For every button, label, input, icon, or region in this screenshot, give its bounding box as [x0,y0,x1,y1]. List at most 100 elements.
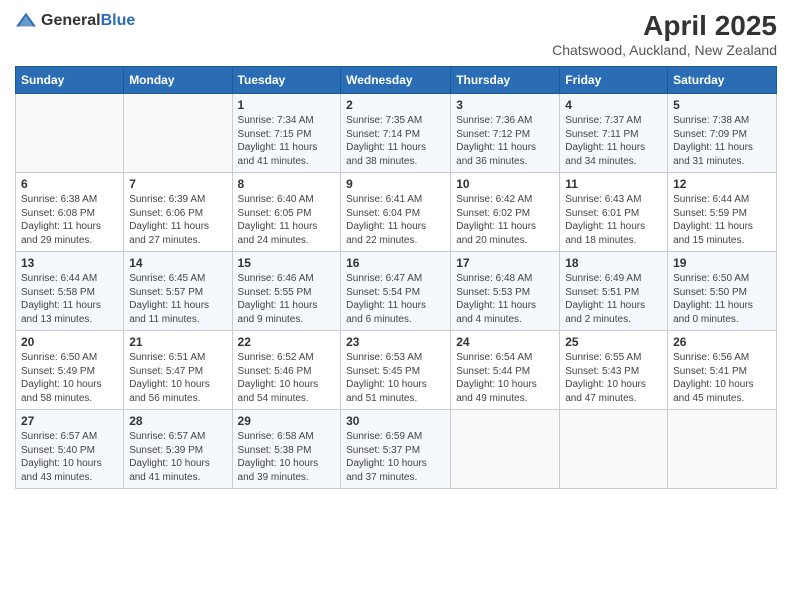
calendar-cell: 25 Sunrise: 6:55 AM Sunset: 5:43 PM Dayli… [560,331,668,410]
day-number: 9 [346,177,445,191]
day-number: 7 [129,177,226,191]
calendar-cell: 1 Sunrise: 7:34 AM Sunset: 7:15 PM Daylig… [232,94,341,173]
calendar-week-row: 20 Sunrise: 6:50 AM Sunset: 5:49 PM Dayli… [16,331,777,410]
day-info: Sunrise: 6:42 AM Sunset: 6:02 PM Dayligh… [456,193,554,247]
calendar-cell [560,410,668,489]
calendar-cell: 29 Sunrise: 6:58 AM Sunset: 5:38 PM Dayli… [232,410,341,489]
calendar-cell: 14 Sunrise: 6:45 AM Sunset: 5:57 PM Dayli… [124,252,232,331]
day-info: Sunrise: 6:52 AM Sunset: 5:46 PM Dayligh… [238,351,336,405]
weekday-header-sunday: Sunday [16,67,124,94]
calendar-week-row: 1 Sunrise: 7:34 AM Sunset: 7:15 PM Daylig… [16,94,777,173]
calendar-cell: 6 Sunrise: 6:38 AM Sunset: 6:08 PM Daylig… [16,173,124,252]
day-number: 1 [238,98,336,112]
day-number: 20 [21,335,118,349]
calendar-week-row: 6 Sunrise: 6:38 AM Sunset: 6:08 PM Daylig… [16,173,777,252]
day-number: 28 [129,414,226,428]
day-number: 18 [565,256,662,270]
calendar-cell: 8 Sunrise: 6:40 AM Sunset: 6:05 PM Daylig… [232,173,341,252]
calendar-cell: 21Sunrise: 6:51 AM Sunset: 5:47 PM Dayli… [124,331,232,410]
calendar-cell: 30Sunrise: 6:59 AM Sunset: 5:37 PM Dayli… [341,410,451,489]
day-info: Sunrise: 6:58 AM Sunset: 5:38 PM Dayligh… [238,430,336,484]
day-info: Sunrise: 6:46 AM Sunset: 5:55 PM Dayligh… [238,272,336,326]
calendar-cell: 12 Sunrise: 6:44 AM Sunset: 5:59 PM Dayli… [668,173,777,252]
day-number: 16 [346,256,445,270]
calendar-cell [16,94,124,173]
title-block: April 2025 Chatswood, Auckland, New Zeal… [552,10,777,58]
day-number: 26 [673,335,771,349]
calendar-week-row: 13 Sunrise: 6:44 AM Sunset: 5:58 PM Dayli… [16,252,777,331]
day-info: Sunrise: 6:50 AM Sunset: 5:50 PM Dayligh… [673,272,771,326]
day-info: Sunrise: 6:40 AM Sunset: 6:05 PM Dayligh… [238,193,336,247]
day-number: 23 [346,335,445,349]
page-subtitle: Chatswood, Auckland, New Zealand [552,42,777,58]
day-number: 8 [238,177,336,191]
page-title: April 2025 [552,10,777,42]
calendar-cell: 16 Sunrise: 6:47 AM Sunset: 5:54 PM Dayli… [341,252,451,331]
day-info: Sunrise: 7:35 AM Sunset: 7:14 PM Dayligh… [346,114,445,168]
day-number: 2 [346,98,445,112]
calendar-cell: 24Sunrise: 6:54 AM Sunset: 5:44 PM Dayli… [451,331,560,410]
day-info: Sunrise: 6:39 AM Sunset: 6:06 PM Dayligh… [129,193,226,247]
day-number: 29 [238,414,336,428]
day-info: Sunrise: 6:44 AM Sunset: 5:59 PM Dayligh… [673,193,771,247]
calendar-cell: 17Sunrise: 6:48 AM Sunset: 5:53 PM Dayli… [451,252,560,331]
page-header: GeneralBlue April 2025 Chatswood, Auckla… [15,10,777,58]
day-number: 13 [21,256,118,270]
day-number: 14 [129,256,226,270]
weekday-header-saturday: Saturday [668,67,777,94]
day-info: Sunrise: 6:43 AM Sunset: 6:01 PM Dayligh… [565,193,662,247]
day-info: Sunrise: 6:56 AM Sunset: 5:41 PM Dayligh… [673,351,771,405]
calendar-table: SundayMondayTuesdayWednesdayThursdayFrid… [15,66,777,489]
day-info: Sunrise: 6:57 AM Sunset: 5:39 PM Dayligh… [129,430,226,484]
day-number: 21 [129,335,226,349]
day-info: Sunrise: 6:45 AM Sunset: 5:57 PM Dayligh… [129,272,226,326]
day-number: 15 [238,256,336,270]
calendar-cell [124,94,232,173]
calendar-cell: 5 Sunrise: 7:38 AM Sunset: 7:09 PM Daylig… [668,94,777,173]
calendar-week-row: 27 Sunrise: 6:57 AM Sunset: 5:40 PM Dayli… [16,410,777,489]
weekday-header-wednesday: Wednesday [341,67,451,94]
calendar-cell: 28 Sunrise: 6:57 AM Sunset: 5:39 PM Dayli… [124,410,232,489]
day-number: 19 [673,256,771,270]
day-info: Sunrise: 6:57 AM Sunset: 5:40 PM Dayligh… [21,430,118,484]
calendar-cell: 13 Sunrise: 6:44 AM Sunset: 5:58 PM Dayli… [16,252,124,331]
day-number: 11 [565,177,662,191]
day-info: Sunrise: 6:47 AM Sunset: 5:54 PM Dayligh… [346,272,445,326]
day-info: Sunrise: 7:36 AM Sunset: 7:12 PM Dayligh… [456,114,554,168]
day-info: Sunrise: 6:53 AM Sunset: 5:45 PM Dayligh… [346,351,445,405]
calendar-cell: 2 Sunrise: 7:35 AM Sunset: 7:14 PM Daylig… [341,94,451,173]
day-info: Sunrise: 6:44 AM Sunset: 5:58 PM Dayligh… [21,272,118,326]
day-number: 5 [673,98,771,112]
day-number: 24 [456,335,554,349]
weekday-header-friday: Friday [560,67,668,94]
day-info: Sunrise: 7:37 AM Sunset: 7:11 PM Dayligh… [565,114,662,168]
day-number: 12 [673,177,771,191]
day-number: 17 [456,256,554,270]
day-number: 27 [21,414,118,428]
calendar-cell: 22Sunrise: 6:52 AM Sunset: 5:46 PM Dayli… [232,331,341,410]
weekday-header-thursday: Thursday [451,67,560,94]
day-info: Sunrise: 6:49 AM Sunset: 5:51 PM Dayligh… [565,272,662,326]
logo-icon [15,10,37,32]
day-info: Sunrise: 6:41 AM Sunset: 6:04 PM Dayligh… [346,193,445,247]
weekday-header-row: SundayMondayTuesdayWednesdayThursdayFrid… [16,67,777,94]
day-info: Sunrise: 6:38 AM Sunset: 6:08 PM Dayligh… [21,193,118,247]
day-info: Sunrise: 6:59 AM Sunset: 5:37 PM Dayligh… [346,430,445,484]
day-info: Sunrise: 7:38 AM Sunset: 7:09 PM Dayligh… [673,114,771,168]
calendar-cell: 7 Sunrise: 6:39 AM Sunset: 6:06 PM Daylig… [124,173,232,252]
day-info: Sunrise: 7:34 AM Sunset: 7:15 PM Dayligh… [238,114,336,168]
calendar-cell: 27 Sunrise: 6:57 AM Sunset: 5:40 PM Dayli… [16,410,124,489]
calendar-cell: 9 Sunrise: 6:41 AM Sunset: 6:04 PM Daylig… [341,173,451,252]
day-info: Sunrise: 6:50 AM Sunset: 5:49 PM Dayligh… [21,351,118,405]
calendar-cell [668,410,777,489]
day-number: 6 [21,177,118,191]
calendar-cell: 18 Sunrise: 6:49 AM Sunset: 5:51 PM Dayli… [560,252,668,331]
day-number: 10 [456,177,554,191]
logo: GeneralBlue [15,10,135,32]
day-info: Sunrise: 6:55 AM Sunset: 5:43 PM Dayligh… [565,351,662,405]
calendar-cell: 3Sunrise: 7:36 AM Sunset: 7:12 PM Daylig… [451,94,560,173]
calendar-cell: 4Sunrise: 7:37 AM Sunset: 7:11 PM Daylig… [560,94,668,173]
day-number: 25 [565,335,662,349]
weekday-header-tuesday: Tuesday [232,67,341,94]
calendar-cell: 10 Sunrise: 6:42 AM Sunset: 6:02 PM Dayli… [451,173,560,252]
